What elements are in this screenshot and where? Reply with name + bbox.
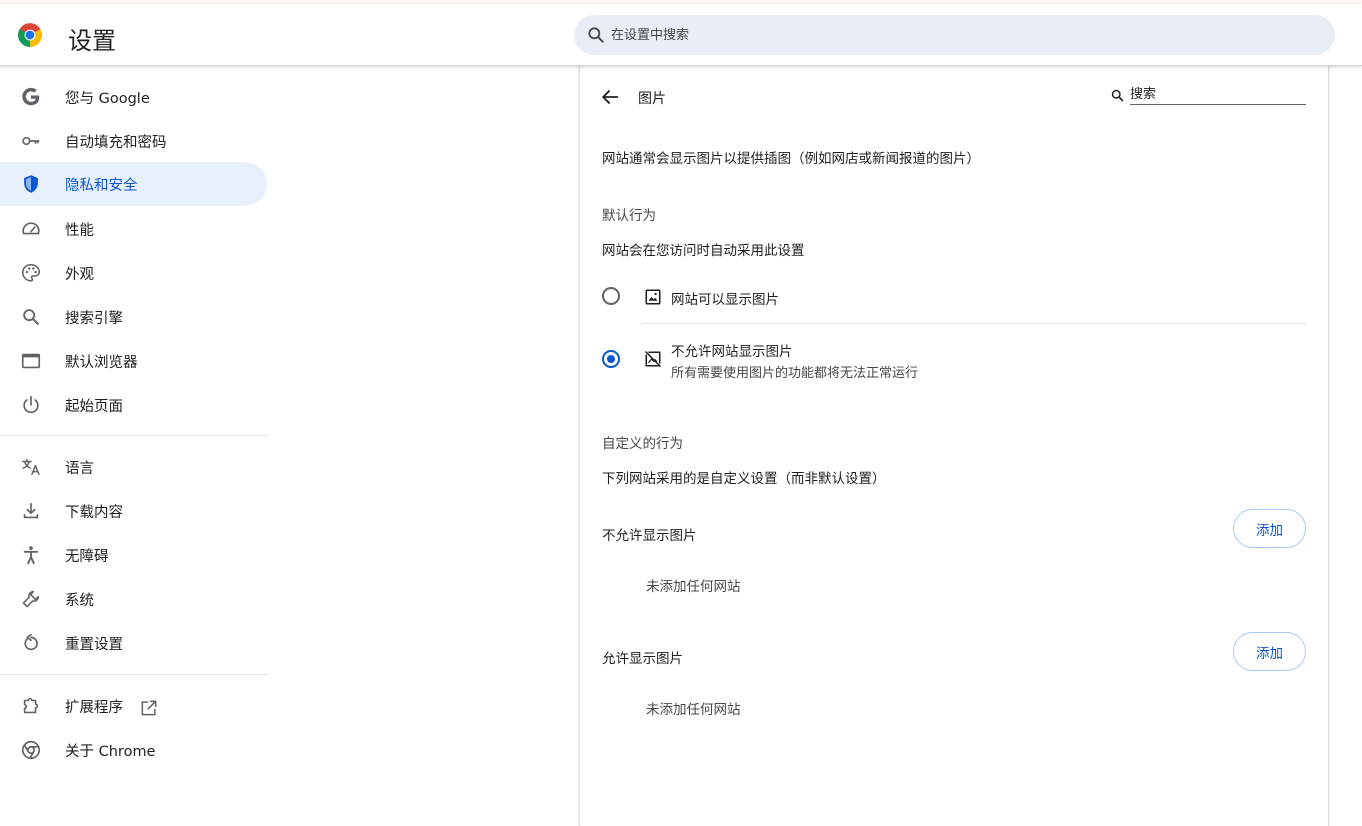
sidebar-item-label: 自动填充和密码 — [65, 135, 167, 151]
app-title: 设置 — [68, 27, 116, 55]
download-icon — [23, 502, 39, 519]
sidebar-item-privacy-security[interactable]: 隐私和安全 — [0, 162, 267, 206]
settings-search-box[interactable] — [574, 15, 1335, 55]
sidebar-item-label: 搜索引擎 — [65, 311, 123, 327]
reset-icon — [24, 633, 38, 651]
palette-icon — [21, 263, 41, 282]
sidebar-item-performance[interactable]: 性能 — [0, 207, 267, 251]
sidebar-item-default-browser[interactable]: 默认浏览器 — [0, 339, 267, 383]
content-card: 图片 网站通常会显示图片以提供插图（例如网店或新闻报道的图片） 默认行为 网站会… — [579, 66, 1329, 826]
sidebar-item-label: 扩展程序 — [65, 696, 159, 718]
sidebar-item-startup[interactable]: 起始页面 — [0, 383, 267, 427]
sidebar-item-downloads[interactable]: 下载内容 — [0, 489, 267, 533]
sidebar-item-you-and-google[interactable]: 您与 Google — [0, 75, 267, 119]
sidebar-item-extensions[interactable]: 扩展程序 — [0, 684, 267, 728]
page-description: 网站通常会显示图片以提供插图（例如网店或新闻报道的图片） — [602, 151, 980, 167]
add-blocked-site-button[interactable]: 添加 — [1233, 509, 1306, 548]
option-block-images-label: 不允许网站显示图片 — [671, 344, 793, 360]
sidebar-item-label: 下载内容 — [65, 505, 123, 521]
search-icon — [1111, 89, 1124, 102]
sidebar-item-label: 关于 Chrome — [65, 744, 156, 760]
chrome-icon — [21, 740, 41, 760]
accessibility-icon — [23, 546, 39, 565]
search-icon — [23, 309, 39, 325]
sidebar: 您与 Google 自动填充和密码 隐私和安全 性能 外观 搜索引擎 默认浏览器… — [0, 66, 270, 826]
sidebar-item-accessibility[interactable]: 无障碍 — [0, 533, 267, 577]
sidebar-item-label: 您与 Google — [65, 91, 150, 107]
shield-icon — [24, 175, 38, 193]
browser-window-icon — [21, 353, 41, 369]
sidebar-item-label: 隐私和安全 — [65, 178, 138, 194]
option-block-images-sublabel: 所有需要使用图片的功能都将无法正常运行 — [671, 366, 919, 381]
google-g-icon — [22, 87, 40, 106]
sidebar-item-label: 起始页面 — [65, 399, 123, 415]
radio-block-images[interactable] — [602, 350, 620, 368]
search-icon — [588, 27, 604, 43]
sidebar-item-label: 系统 — [65, 593, 94, 609]
custom-behavior-subtitle: 下列网站采用的是自定义设置（而非默认设置） — [602, 471, 886, 487]
sidebar-item-autofill[interactable]: 自动填充和密码 — [0, 119, 267, 163]
card-search[interactable] — [1110, 84, 1308, 106]
chrome-logo-icon — [18, 23, 42, 47]
sidebar-item-appearance[interactable]: 外观 — [0, 251, 267, 295]
custom-behavior-heading: 自定义的行为 — [602, 436, 683, 452]
add-allowed-site-button[interactable]: 添加 — [1233, 632, 1306, 671]
radio-allow-images[interactable] — [602, 287, 620, 305]
sidebar-item-languages[interactable]: 语言 — [0, 445, 267, 489]
sidebar-item-search-engine[interactable]: 搜索引擎 — [0, 295, 267, 339]
settings-search-input[interactable] — [611, 15, 1311, 55]
option-allow-images-label: 网站可以显示图片 — [671, 292, 779, 308]
card-search-input[interactable] — [1130, 84, 1306, 105]
option-divider — [642, 323, 1306, 324]
wrench-icon — [22, 590, 40, 608]
allowed-section-title: 允许显示图片 — [602, 651, 683, 667]
default-behavior-heading: 默认行为 — [602, 208, 656, 224]
key-icon — [22, 136, 40, 146]
image-off-icon — [645, 351, 661, 367]
translate-icon — [22, 458, 40, 476]
puzzle-icon — [23, 698, 39, 714]
sidebar-item-label: 外观 — [65, 267, 94, 283]
sidebar-item-label: 语言 — [65, 461, 94, 477]
sidebar-item-label-text: 扩展程序 — [65, 700, 123, 716]
power-icon — [23, 395, 39, 414]
speedometer-icon — [22, 222, 40, 235]
back-arrow-icon[interactable] — [599, 86, 621, 108]
allowed-empty-text: 未添加任何网站 — [646, 702, 741, 718]
blocked-empty-text: 未添加任何网站 — [646, 579, 741, 595]
blocked-section-title: 不允许显示图片 — [602, 528, 697, 544]
sidebar-item-about-chrome[interactable]: 关于 Chrome — [0, 728, 267, 772]
sidebar-item-label: 默认浏览器 — [65, 355, 138, 371]
sidebar-item-system[interactable]: 系统 — [0, 577, 267, 621]
sidebar-item-label: 重置设置 — [65, 637, 123, 653]
sidebar-item-reset[interactable]: 重置设置 — [0, 621, 267, 665]
header: 设置 — [0, 4, 1362, 66]
default-behavior-subtitle: 网站会在您访问时自动采用此设置 — [602, 243, 805, 259]
sidebar-divider — [0, 674, 268, 675]
sidebar-item-label: 性能 — [65, 223, 94, 239]
page-title: 图片 — [638, 91, 666, 107]
sidebar-divider — [0, 435, 268, 436]
open-in-new-icon — [141, 700, 157, 716]
image-icon — [645, 289, 661, 305]
sidebar-item-label: 无障碍 — [65, 549, 109, 565]
